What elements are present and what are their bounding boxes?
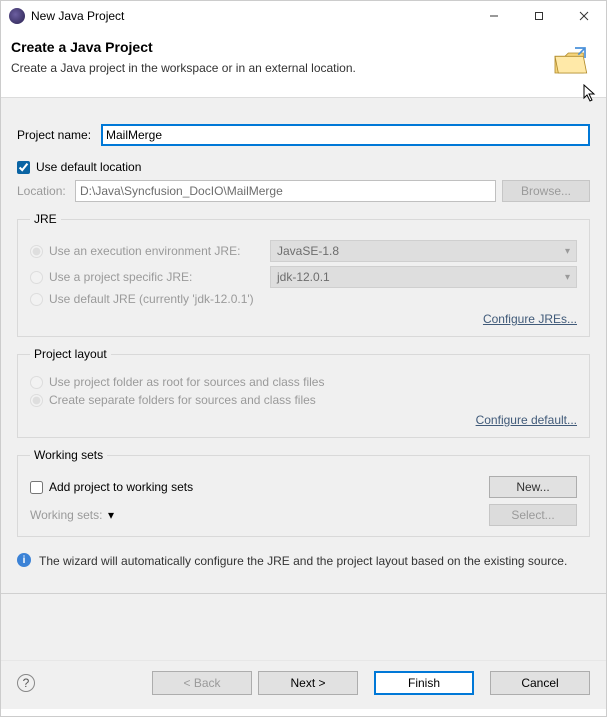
configure-jres-link[interactable]: Configure JREs... <box>483 312 577 326</box>
page-subtitle: Create a Java project in the workspace o… <box>11 61 550 75</box>
jre-exec-env-label: Use an execution environment JRE: <box>49 244 240 258</box>
dialog-footer: ? < Back Next > Finish Cancel <box>1 661 606 709</box>
project-layout-legend: Project layout <box>30 347 111 361</box>
working-sets-select: ▾ <box>108 508 483 522</box>
close-button[interactable] <box>561 1 606 31</box>
chevron-down-icon: ▾ <box>108 508 114 522</box>
page-title: Create a Java Project <box>11 39 550 55</box>
project-name-label: Project name: <box>17 128 101 142</box>
location-input <box>75 180 496 202</box>
window-title: New Java Project <box>31 9 471 23</box>
project-name-input[interactable] <box>101 124 590 146</box>
chevron-down-icon: ▾ <box>565 272 570 283</box>
jre-project-specific-value: jdk-12.0.1 <box>277 270 330 284</box>
browse-button: Browse... <box>502 180 590 202</box>
jre-group: JRE Use an execution environment JRE: Ja… <box>17 212 590 337</box>
jre-default-radio[interactable] <box>30 293 43 306</box>
chevron-down-icon: ▾ <box>565 246 570 257</box>
finish-button[interactable]: Finish <box>374 671 474 695</box>
layout-root-radio[interactable] <box>30 376 43 389</box>
layout-root-label: Use project folder as root for sources a… <box>49 375 324 389</box>
title-bar: New Java Project <box>1 1 606 31</box>
use-default-location-label: Use default location <box>36 160 141 174</box>
jre-project-specific-select: jdk-12.0.1 ▾ <box>270 266 577 288</box>
layout-separate-radio[interactable] <box>30 394 43 407</box>
add-to-working-sets-label: Add project to working sets <box>49 480 193 494</box>
new-working-set-button[interactable]: New... <box>489 476 577 498</box>
jre-project-specific-label: Use a project specific JRE: <box>49 270 192 284</box>
configure-default-link[interactable]: Configure default... <box>476 413 577 427</box>
jre-exec-env-value: JavaSE-1.8 <box>277 244 339 258</box>
dialog-body: Project name: Use default location Locat… <box>1 98 606 660</box>
minimize-button[interactable] <box>471 1 516 31</box>
project-layout-group: Project layout Use project folder as roo… <box>17 347 590 438</box>
info-text: The wizard will automatically configure … <box>39 553 567 569</box>
next-button[interactable]: Next > <box>258 671 358 695</box>
location-label: Location: <box>17 184 75 198</box>
dialog-header: Create a Java Project Create a Java proj… <box>1 31 606 98</box>
back-button: < Back <box>152 671 252 695</box>
info-icon: i <box>17 553 31 567</box>
working-sets-label: Working sets: <box>30 508 108 522</box>
jre-default-label: Use default JRE (currently 'jdk-12.0.1') <box>49 292 254 306</box>
jre-legend: JRE <box>30 212 61 226</box>
jre-exec-env-radio[interactable] <box>30 245 43 258</box>
add-to-working-sets-checkbox[interactable] <box>30 481 43 494</box>
jre-exec-env-select[interactable]: JavaSE-1.8 ▾ <box>270 240 577 262</box>
select-working-set-button: Select... <box>489 504 577 526</box>
layout-separate-label: Create separate folders for sources and … <box>49 393 316 407</box>
working-sets-legend: Working sets <box>30 448 107 462</box>
info-message: i The wizard will automatically configur… <box>17 549 590 573</box>
eclipse-icon <box>9 8 25 24</box>
use-default-location-checkbox[interactable] <box>17 161 30 174</box>
cancel-button[interactable]: Cancel <box>490 671 590 695</box>
working-sets-group: Working sets Add project to working sets… <box>17 448 590 537</box>
new-project-icon <box>550 43 590 83</box>
jre-project-specific-radio[interactable] <box>30 271 43 284</box>
maximize-button[interactable] <box>516 1 561 31</box>
help-button[interactable]: ? <box>17 674 35 692</box>
